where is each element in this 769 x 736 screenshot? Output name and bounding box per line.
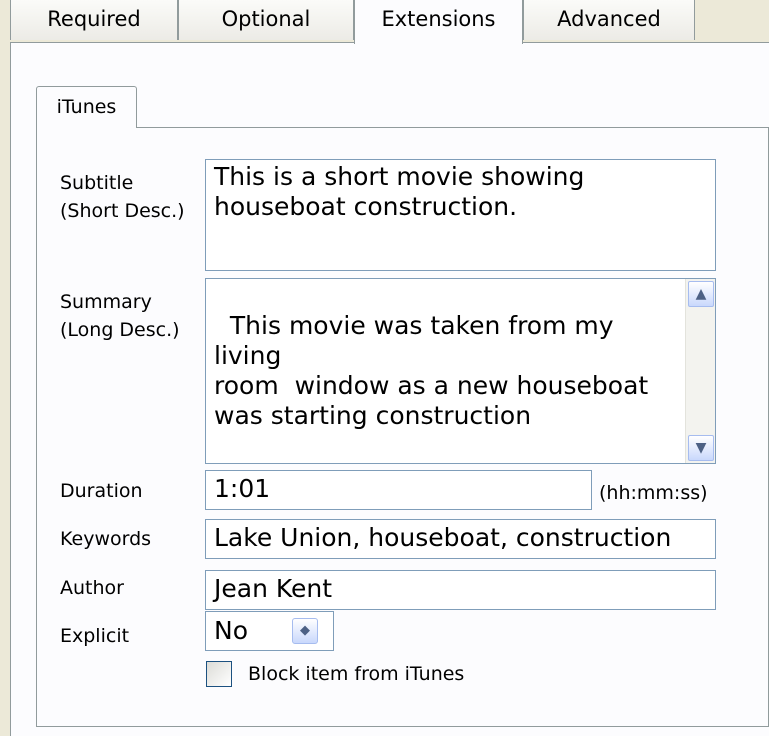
subtitle-field[interactable]: This is a short movie showing houseboat … [205,159,716,271]
keywords-field[interactable]: Lake Union, houseboat, construction [205,519,716,559]
chevron-up-icon[interactable]: ▲ [688,281,714,307]
explicit-select[interactable]: No ◆ [205,611,334,651]
explicit-value: No [214,616,248,645]
tab-extensions[interactable]: Extensions [354,0,523,44]
duration-field[interactable]: 1:01 [205,470,592,510]
tab-required[interactable]: Required [10,0,178,40]
explicit-label: Explicit [60,625,130,647]
summary-field[interactable]: This movie was taken from my living room… [205,278,716,464]
duration-format-hint: (hh:mm:ss) [599,482,708,504]
summary-label: Summary [60,291,152,313]
summary-text: This movie was taken from my living room… [214,311,649,430]
summary-scrollbar[interactable]: ▲ ▼ [685,279,715,463]
keywords-label: Keywords [60,528,152,550]
tab-itunes[interactable]: iTunes [36,86,137,128]
chevron-down-icon[interactable]: ▼ [688,435,714,461]
top-tab-strip: Required Optional Extensions Advanced [0,0,769,44]
block-itunes-checkbox[interactable] [206,661,232,687]
tab-advanced[interactable]: Advanced [523,0,695,40]
tab-optional[interactable]: Optional [178,0,354,40]
subtitle-label: Subtitle [60,172,134,194]
author-label: Author [60,577,124,599]
block-itunes-label[interactable]: Block item from iTunes [248,662,464,686]
subtitle-label-desc: (Short Desc.) [60,200,185,222]
summary-label-desc: (Long Desc.) [60,319,180,341]
duration-label: Duration [60,480,143,502]
up-down-icon[interactable]: ◆ [292,618,318,644]
author-field[interactable]: Jean Kent [205,570,716,610]
